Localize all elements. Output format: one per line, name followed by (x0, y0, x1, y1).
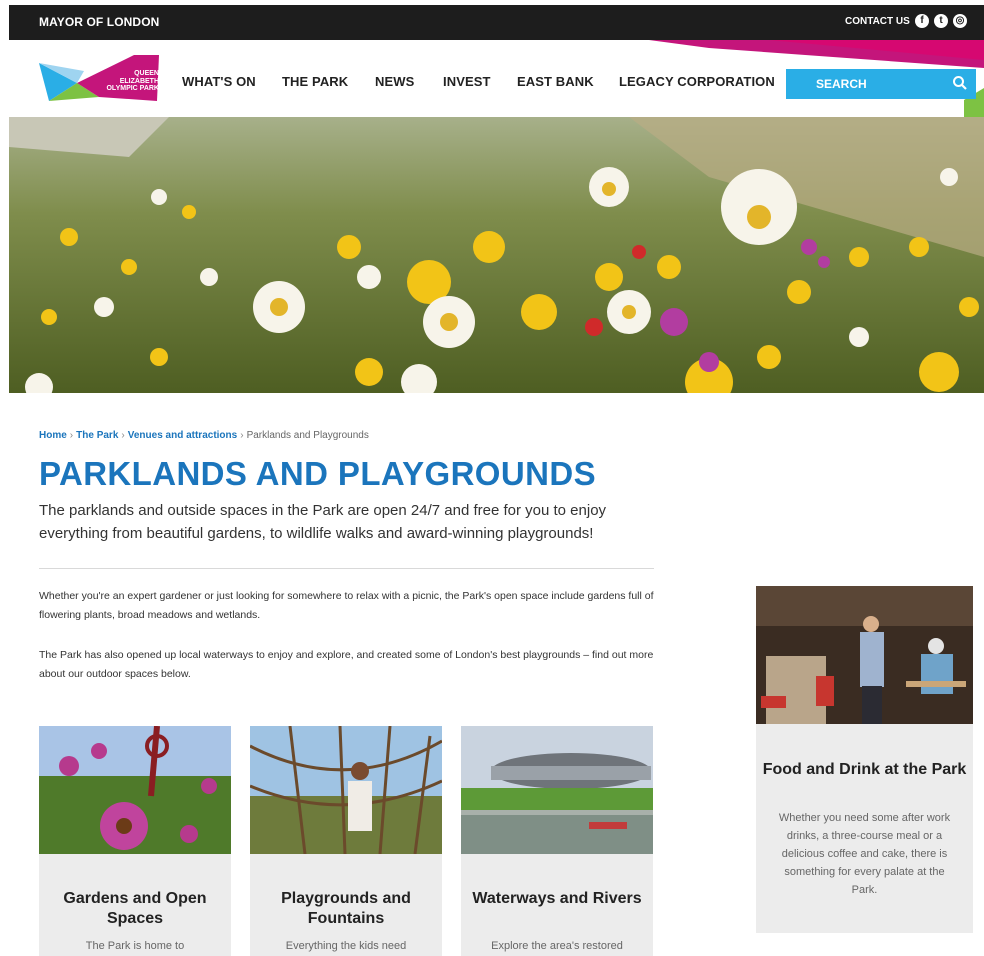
side-card-text: Whether you need some after work drinks,… (778, 812, 951, 896)
breadcrumb: Home › The Park › Venues and attractions › Par… (39, 430, 369, 441)
nav-the-park[interactable]: THE PARK (282, 74, 348, 89)
nav-whats-on[interactable]: WHAT'S ON (182, 74, 256, 89)
nav-east-bank[interactable]: EAST BANK (517, 74, 594, 89)
page-title: PARKLANDS AND PLAYGROUNDS (39, 455, 596, 492)
breadcrumb-separator: › (121, 430, 125, 441)
card-playgrounds[interactable]: Playgrounds and Fountains Everything the… (250, 726, 442, 956)
instagram-icon[interactable]: ◎ (953, 14, 967, 28)
page-intro: The parklands and outside spaces in the … (39, 502, 607, 542)
breadcrumb-current: Parklands and Playgrounds (246, 430, 369, 441)
playgrounds-image (250, 726, 442, 854)
park-logo[interactable]: QUEEN ELIZABETH OLYMPIC PARK (39, 53, 161, 110)
search-icon[interactable] (952, 75, 968, 91)
breadcrumb-home[interactable]: Home (39, 430, 67, 441)
main-nav: QUEEN ELIZABETH OLYMPIC PARK WHAT'S ON T… (9, 40, 984, 117)
card-title: Playgrounds and Fountains (281, 890, 411, 927)
body-paragraph-1: Whether you're an expert gardener or jus… (39, 590, 654, 621)
body-paragraph-2: The Park has also opened up local waterw… (39, 649, 654, 680)
card-food-and-drink[interactable]: Food and Drink at the Park Whether you n… (756, 586, 973, 933)
gardens-image (39, 726, 231, 854)
nav-invest[interactable]: INVEST (443, 74, 491, 89)
breadcrumb-the-park[interactable]: The Park (76, 430, 118, 441)
search-label: SEARCH (816, 77, 867, 91)
card-title: Gardens and Open Spaces (63, 890, 207, 927)
card-text: Everything the kids need (285, 940, 407, 952)
logo-text-line1: QUEEN (134, 70, 159, 77)
food-and-drink-image (756, 586, 973, 724)
nav-legacy-corporation[interactable]: LEGACY CORPORATION (619, 74, 775, 89)
divider (39, 568, 654, 569)
search-input[interactable]: SEARCH (786, 69, 976, 99)
logo-text-line3: OLYMPIC PARK (106, 85, 159, 92)
twitter-icon[interactable]: t (934, 14, 948, 28)
breadcrumb-separator: › (240, 430, 244, 441)
side-card-title: Food and Drink at the Park (762, 761, 967, 778)
card-text: The Park is home to (85, 940, 185, 952)
breadcrumb-venues[interactable]: Venues and attractions (128, 430, 237, 441)
card-text: Explore the area's restored (491, 940, 623, 952)
hero-wildflower-image (9, 117, 984, 393)
contact-us-link[interactable]: CONTACT US (845, 16, 910, 27)
logo-text-line2: ELIZABETH (119, 77, 159, 85)
top-bar: MAYOR OF LONDON CONTACT US f t ◎ (9, 5, 984, 40)
card-gardens[interactable]: Gardens and Open Spaces The Park is home… (39, 726, 231, 956)
card-title: Waterways and Rivers (472, 890, 642, 907)
facebook-icon[interactable]: f (915, 14, 929, 28)
card-waterways[interactable]: Waterways and Rivers Explore the area's … (461, 726, 653, 956)
mayor-of-london-link[interactable]: MAYOR OF LONDON (39, 15, 159, 29)
nav-news[interactable]: NEWS (375, 74, 414, 89)
page: MAYOR OF LONDON CONTACT US f t ◎ QUEEN E… (9, 5, 984, 956)
waterways-image (461, 726, 653, 854)
breadcrumb-separator: › (69, 430, 74, 441)
